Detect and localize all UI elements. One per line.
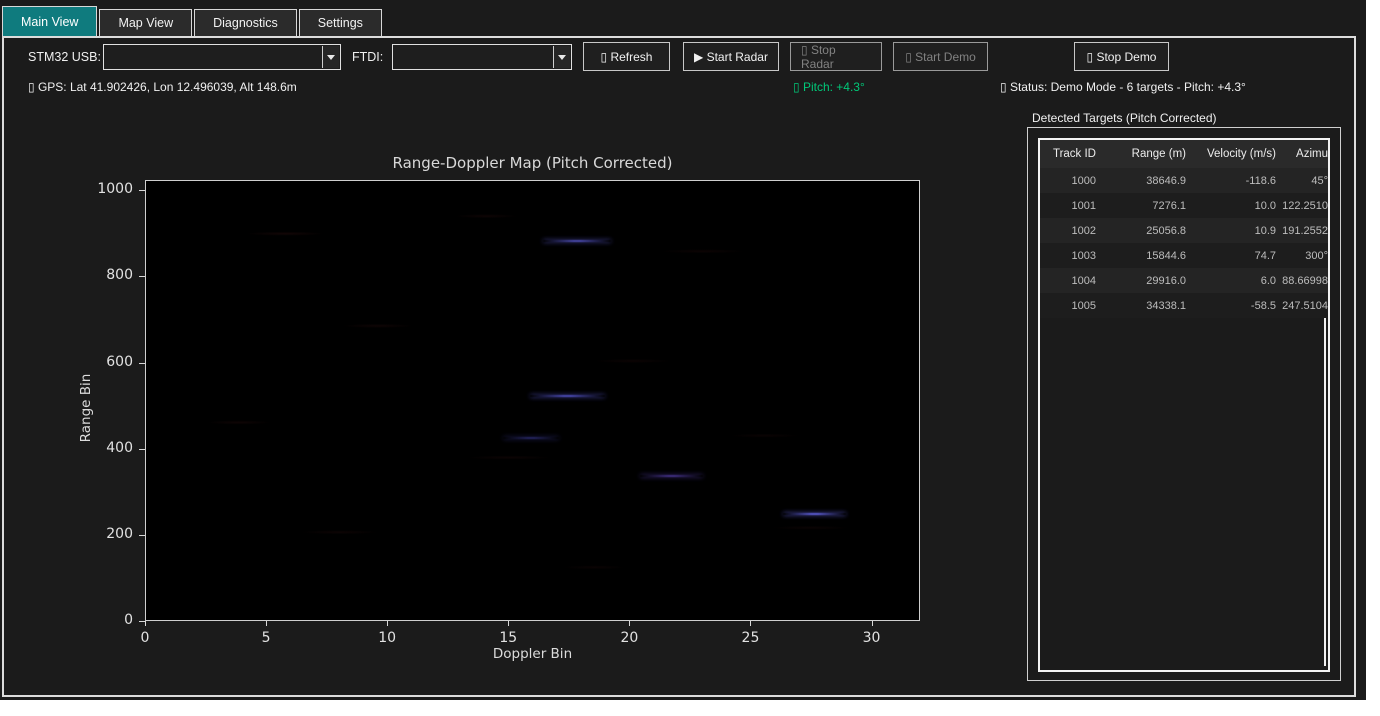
y-tick-label: 0 [83, 612, 133, 628]
x-tick-mark [629, 621, 630, 626]
y-axis-label: Range Bin [78, 368, 94, 448]
tab-main-view[interactable]: Main View [2, 6, 97, 36]
table-cell: -58.5 [1192, 300, 1282, 312]
tab-label: Map View [118, 16, 173, 30]
table-row[interactable]: 100429916.06.088.66998 [1040, 268, 1328, 293]
target-blip [640, 475, 703, 477]
column-header[interactable]: Velocity (m/s) [1192, 148, 1282, 160]
x-tick-mark [387, 621, 388, 626]
target-blip [530, 395, 605, 397]
y-tick-mark [139, 276, 145, 277]
y-tick-label: 1000 [83, 181, 133, 197]
table-row[interactable]: 100038646.9-118.645° [1040, 168, 1328, 193]
table-cell: 1003 [1040, 250, 1102, 262]
table-cell: 10.0 [1192, 200, 1282, 212]
column-header[interactable]: Azimu [1282, 148, 1328, 160]
y-tick-mark [139, 449, 145, 450]
y-tick-label: 600 [83, 354, 133, 370]
table-cell: 1004 [1040, 275, 1102, 287]
column-header[interactable]: Track ID [1040, 148, 1102, 160]
x-tick-label: 25 [725, 630, 775, 646]
table-cell: 25056.8 [1102, 225, 1192, 237]
table-header-row: Track IDRange (m)Velocity (m/s)Azimu [1040, 140, 1328, 168]
y-tick-mark [139, 363, 145, 364]
target-blip [543, 240, 611, 242]
x-tick-label: 30 [847, 630, 897, 646]
table-body: 100038646.9-118.645°10017276.110.0122.25… [1040, 168, 1328, 318]
target-blip [503, 437, 559, 439]
x-tick-mark [750, 621, 751, 626]
table-cell: 191.2552 [1282, 225, 1328, 237]
x-tick-label: 0 [120, 630, 170, 646]
tab-diagnostics[interactable]: Diagnostics [194, 9, 297, 36]
x-tick-mark [145, 621, 146, 626]
x-tick-label: 5 [241, 630, 291, 646]
table-cell: 74.7 [1192, 250, 1282, 262]
table-row[interactable]: 100225056.810.9191.2552 [1040, 218, 1328, 243]
tab-label: Diagnostics [213, 16, 278, 30]
target-blip [783, 513, 846, 515]
table-cell: 10.9 [1192, 225, 1282, 237]
table-cell: 122.2510 [1282, 200, 1328, 212]
x-tick-label: 15 [483, 630, 533, 646]
y-tick-mark [139, 190, 145, 191]
table-cell: 247.5104 [1282, 300, 1328, 312]
table-cell: 88.66998 [1282, 275, 1328, 287]
tab-bar: Main View Map View Diagnostics Settings [2, 6, 384, 36]
targets-panel-title: Detected Targets (Pitch Corrected) [1032, 111, 1217, 125]
table-row[interactable]: 10017276.110.0122.2510 [1040, 193, 1328, 218]
y-tick-label: 400 [83, 440, 133, 456]
table-cell: 1005 [1040, 300, 1102, 312]
chart-title: Range-Doppler Map (Pitch Corrected) [145, 154, 920, 172]
x-tick-label: 10 [362, 630, 412, 646]
tab-label: Settings [318, 16, 363, 30]
y-tick-label: 800 [83, 267, 133, 283]
x-tick-mark [508, 621, 509, 626]
column-header[interactable]: Range (m) [1102, 148, 1192, 160]
y-tick-mark [139, 535, 145, 536]
tab-settings[interactable]: Settings [299, 9, 382, 36]
y-tick-mark [139, 621, 145, 622]
table-cell: 15844.6 [1102, 250, 1192, 262]
table-cell: 29916.0 [1102, 275, 1192, 287]
table-row[interactable]: 100315844.674.7300° [1040, 243, 1328, 268]
table-cell: 300° [1282, 250, 1328, 262]
x-tick-label: 20 [604, 630, 654, 646]
tab-map-view[interactable]: Map View [99, 9, 192, 36]
table-scrollbar[interactable] [1324, 318, 1326, 666]
x-tick-mark [872, 621, 873, 626]
range-doppler-plot [145, 180, 920, 621]
table-cell: 1002 [1040, 225, 1102, 237]
x-axis-label: Doppler Bin [145, 646, 920, 662]
table-cell: 7276.1 [1102, 200, 1192, 212]
table-cell: 34338.1 [1102, 300, 1192, 312]
table-cell: 1001 [1040, 200, 1102, 212]
tab-label: Main View [21, 15, 78, 29]
table-cell: 38646.9 [1102, 175, 1192, 187]
table-row[interactable]: 100534338.1-58.5247.5104 [1040, 293, 1328, 318]
table-cell: 1000 [1040, 175, 1102, 187]
targets-table: Track IDRange (m)Velocity (m/s)Azimu 100… [1038, 138, 1330, 672]
table-cell: 6.0 [1192, 275, 1282, 287]
table-cell: 45° [1282, 175, 1328, 187]
x-tick-mark [266, 621, 267, 626]
app-window: Main View Map View Diagnostics Settings … [0, 0, 1366, 700]
y-tick-label: 200 [83, 526, 133, 542]
table-cell: -118.6 [1192, 175, 1282, 187]
